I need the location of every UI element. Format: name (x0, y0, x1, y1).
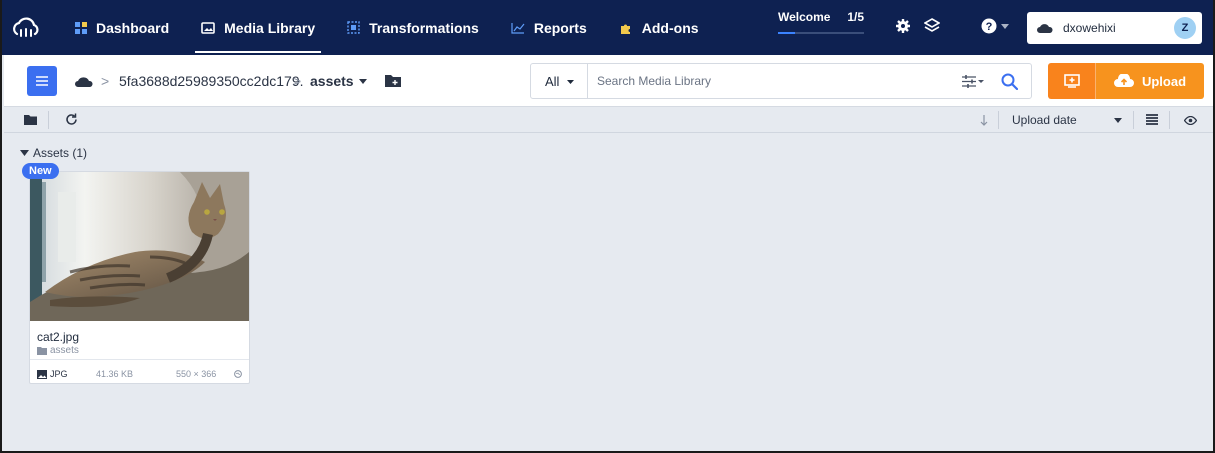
nav-add-ons[interactable]: Add-ons (603, 0, 715, 55)
upload-group: Upload (1048, 63, 1204, 99)
svg-text:?: ? (986, 21, 993, 33)
folders-menu-button[interactable] (27, 66, 57, 96)
divider (998, 111, 999, 129)
cloud-icon (1037, 23, 1053, 33)
account-switcher[interactable]: dxowehixi Z (1027, 12, 1202, 44)
hamburger-icon (36, 76, 48, 86)
assets-section-toggle[interactable]: Assets (1) (20, 146, 87, 160)
breadcrumb-current-folder[interactable]: assets (310, 73, 354, 89)
transformations-icon (347, 21, 360, 34)
new-folder-icon[interactable] (385, 74, 401, 87)
welcome-progress[interactable]: Welcome 1/5 (778, 10, 864, 34)
sort-direction-arrow-icon[interactable] (980, 115, 988, 126)
library-toolbar: > 5fa3688d25989350cc2dc179. > assets All… (4, 55, 1213, 107)
divider (1133, 111, 1134, 129)
asset-folder-label: assets (50, 345, 79, 356)
image-icon (37, 369, 47, 379)
asset-dimensions: 550 × 366 (176, 369, 217, 379)
upload-button-label: Upload (1141, 73, 1187, 89)
search-divider (587, 64, 588, 98)
asset-format-label: JPG (50, 369, 68, 379)
cat-photo-image (30, 172, 249, 321)
asset-thumbnail[interactable] (30, 172, 249, 321)
welcome-progress-bar (778, 32, 864, 34)
layers-icon[interactable] (924, 18, 940, 34)
cloudinary-logo[interactable] (13, 15, 39, 41)
welcome-count: 1/5 (847, 10, 864, 24)
new-badge: New (22, 163, 59, 179)
asset-file-name[interactable]: cat2.jpg (37, 330, 79, 344)
app-frame: Dashboard Media Library Transformations … (0, 0, 1215, 453)
card-divider (30, 359, 249, 360)
welcome-label: Welcome (778, 10, 831, 24)
upload-widget-button[interactable] (1048, 63, 1096, 99)
sort-chevron-down-icon[interactable] (1114, 118, 1122, 123)
nav-dashboard[interactable]: Dashboard (59, 0, 185, 55)
scope-chevron-down-icon[interactable] (567, 80, 574, 84)
nav-transformations-label: Transformations (369, 19, 479, 36)
search-icon[interactable] (1001, 73, 1018, 90)
asset-folder: assets (37, 345, 79, 356)
asset-file-size: 41.36 KB (96, 369, 134, 379)
view-options-bar: Upload date (4, 107, 1213, 133)
filter-options-icon[interactable] (962, 75, 984, 88)
nav-media-library-label: Media Library (224, 19, 316, 36)
nav-media-library[interactable]: Media Library (185, 0, 331, 55)
nav-reports-label: Reports (533, 19, 587, 36)
cloud-root-icon[interactable] (75, 76, 93, 88)
chevron-down-icon[interactable] (1001, 24, 1009, 30)
breadcrumb-separator-icon: > (101, 73, 110, 89)
help-icon[interactable]: ? (981, 18, 997, 34)
public-globe-icon (234, 370, 242, 378)
nav-reports[interactable]: Reports (495, 0, 603, 55)
avatar[interactable]: Z (1174, 17, 1196, 39)
breadcrumb-cloud[interactable]: 5fa3688d25989350cc2dc179. (119, 73, 304, 89)
asset-format: JPG (37, 369, 68, 379)
sort-by-select[interactable]: Upload date (1012, 113, 1077, 127)
media-library-icon (201, 21, 215, 34)
list-view-icon[interactable] (1146, 114, 1158, 125)
asset-card[interactable]: cat2.jpg assets JPG 41.36 KB 550 × 366 (29, 171, 250, 384)
divider (48, 111, 49, 129)
divider (1169, 111, 1170, 129)
cloud-upload-icon (1113, 74, 1134, 87)
search-bar: All Search Media Library (530, 63, 1032, 99)
settings-gear-icon[interactable] (895, 18, 911, 34)
upload-button[interactable]: Upload (1096, 63, 1204, 99)
search-input[interactable]: Search Media Library (597, 74, 711, 88)
breadcrumb-separator-icon: > (293, 73, 302, 89)
reports-icon (511, 22, 525, 34)
search-scope-select[interactable]: All (545, 74, 559, 89)
assets-section-title: Assets (1) (33, 146, 88, 160)
folder-icon[interactable] (24, 115, 37, 125)
folder-icon (37, 346, 47, 355)
account-name: dxowehixi (1063, 21, 1116, 35)
nav-transformations[interactable]: Transformations (331, 0, 495, 55)
caret-down-icon (20, 150, 29, 156)
puzzle-icon (620, 24, 630, 34)
top-navigation: Dashboard Media Library Transformations … (2, 0, 1213, 55)
refresh-icon[interactable] (65, 113, 78, 126)
nav-add-ons-label: Add-ons (641, 19, 699, 36)
preview-eye-icon[interactable] (1184, 116, 1197, 125)
dashboard-icon (75, 21, 87, 34)
folder-dropdown-chevron-icon[interactable] (359, 79, 367, 84)
nav-dashboard-label: Dashboard (96, 19, 170, 36)
media-add-icon (1063, 74, 1080, 88)
